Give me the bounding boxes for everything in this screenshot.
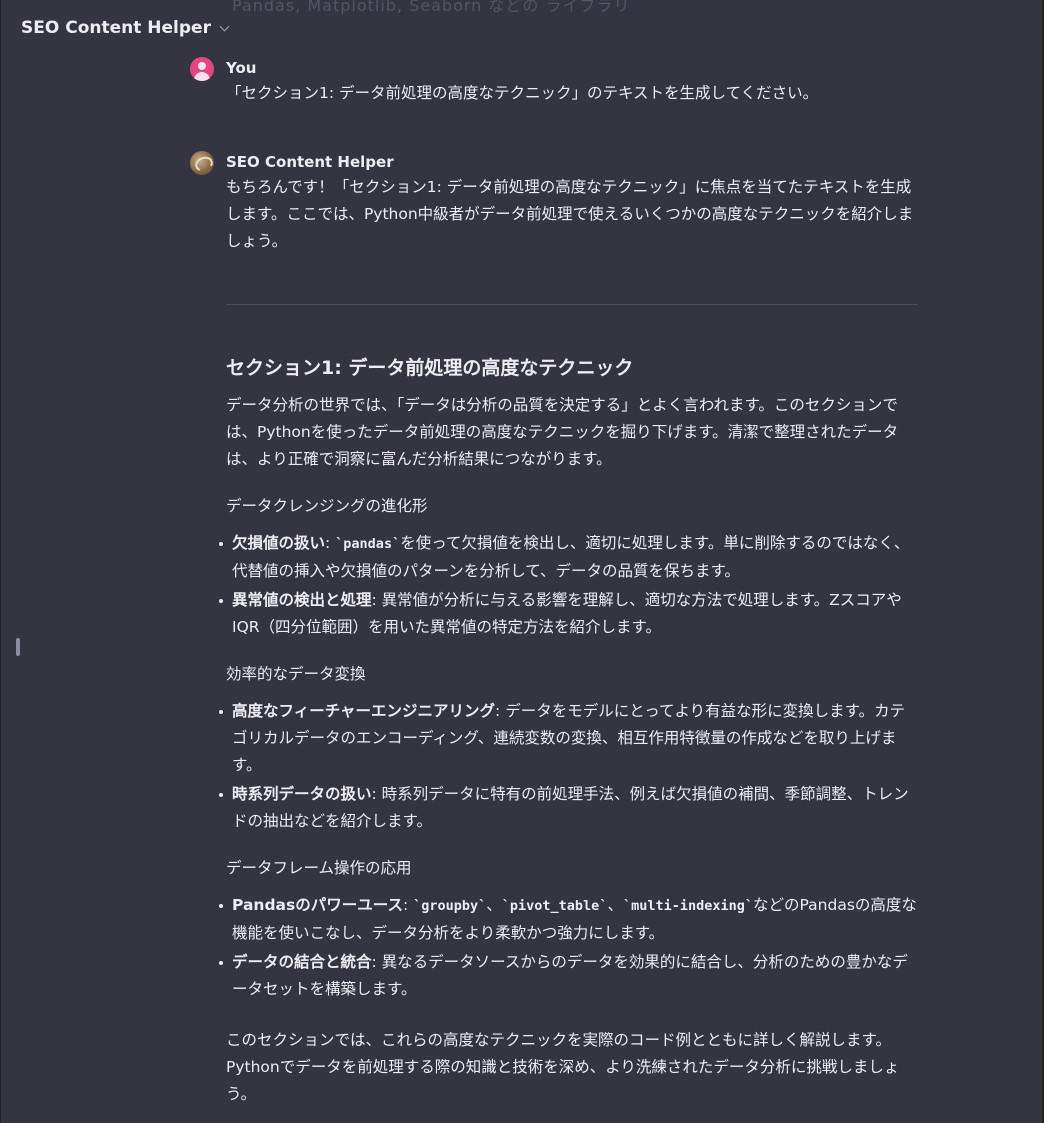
message-text: 「セクション1: データ前処理の高度なテクニック」のテキストを生成してください。: [226, 84, 819, 102]
gpt-avatar-icon: [190, 151, 214, 175]
bullet-list: 高度なフィーチャーエンジニアリング: データをモデルにとってより有益な形に変換し…: [219, 698, 918, 835]
item-label: 欠損値の扱い: [232, 534, 326, 552]
list-item: 時系列データの扱い: 時系列データに特有の前処理手法、例えば欠損値の補間、季節調…: [219, 781, 918, 835]
sidebar-resize-handle[interactable]: [16, 638, 20, 656]
gpt-title: SEO Content Helper: [21, 18, 211, 38]
list-item: 欠損値の扱い: `pandas`を使って欠損値を検出し、適切に処理します。単に削…: [219, 530, 918, 585]
list-item: Pandasのパワーユース: `groupby`、`pivot_table`、`…: [219, 892, 918, 947]
list-item: データの結合と統合: 異なるデータソースからのデータを効果的に結合し、分析のため…: [219, 949, 918, 1003]
item-separator: :: [371, 953, 382, 971]
item-label: 異常値の検出と処理: [232, 591, 372, 609]
list-item: 高度なフィーチャーエンジニアリング: データをモデルにとってより有益な形に変換し…: [219, 698, 918, 779]
subsection-title: 効率的なデータ変換: [226, 665, 366, 683]
subsection-title: データクレンジングの進化形: [226, 497, 428, 515]
section-heading: セクション1: データ前処理の高度なテクニック: [226, 357, 634, 379]
item-label: データの結合と統合: [232, 953, 372, 971]
message-author: You: [226, 59, 257, 77]
gpt-selector[interactable]: SEO Content Helper: [21, 14, 230, 42]
window-left-edge: [0, 0, 1, 1123]
horizontal-rule: [226, 304, 918, 305]
section-intro: データ分析の世界では、「データは分析の品質を決定する」とよく言われます。このセク…: [226, 396, 899, 468]
item-separator: :: [402, 896, 414, 914]
message-author: SEO Content Helper: [226, 153, 394, 171]
assistant-section-content: セクション1: データ前処理の高度なテクニック データ分析の世界では、「データは…: [219, 352, 918, 1108]
inline-code: `groupby`: [413, 898, 487, 914]
closing-paragraph: このセクションでは、これらの高度なテクニックを実際のコード例とともに詳しく解説し…: [226, 1031, 900, 1103]
item-separator: :: [371, 785, 382, 803]
user-message: You 「セクション1: データ前処理の高度なテクニック」のテキストを生成してく…: [190, 57, 920, 107]
item-separator: :: [371, 591, 382, 609]
subsection-title: データフレーム操作の応用: [226, 859, 412, 877]
clipped-previous-text: Pandas, Matplotlib, Seaborn などの ライブラリ: [232, 0, 631, 15]
list-item: 異常値の検出と処理: 異常値が分析に与える影響を理解し、適切な方法で処理します。…: [219, 587, 918, 641]
inline-code: `pivot_table`: [501, 898, 608, 914]
item-separator: :: [325, 534, 336, 552]
user-avatar-icon: [190, 57, 214, 81]
bullet-list: 欠損値の扱い: `pandas`を使って欠損値を検出し、適切に処理します。単に削…: [219, 530, 918, 641]
code-separator: 、: [486, 896, 502, 914]
item-label: 高度なフィーチャーエンジニアリング: [232, 702, 496, 720]
bullet-list: Pandasのパワーユース: `groupby`、`pivot_table`、`…: [219, 892, 918, 1003]
item-label: Pandasのパワーユース: [232, 896, 403, 914]
code-separator: 、: [607, 896, 623, 914]
chevron-down-icon: [219, 21, 230, 31]
assistant-message: SEO Content Helper もちろんです！「セクション1: データ前処…: [190, 151, 920, 255]
inline-code: `multi-indexing`: [622, 898, 754, 914]
inline-code: `pandas`: [335, 536, 401, 552]
item-label: 時系列データの扱い: [232, 785, 372, 803]
item-separator: :: [495, 702, 506, 720]
message-intro: もちろんです！「セクション1: データ前処理の高度なテクニック」に焦点を当てたテ…: [226, 178, 914, 250]
